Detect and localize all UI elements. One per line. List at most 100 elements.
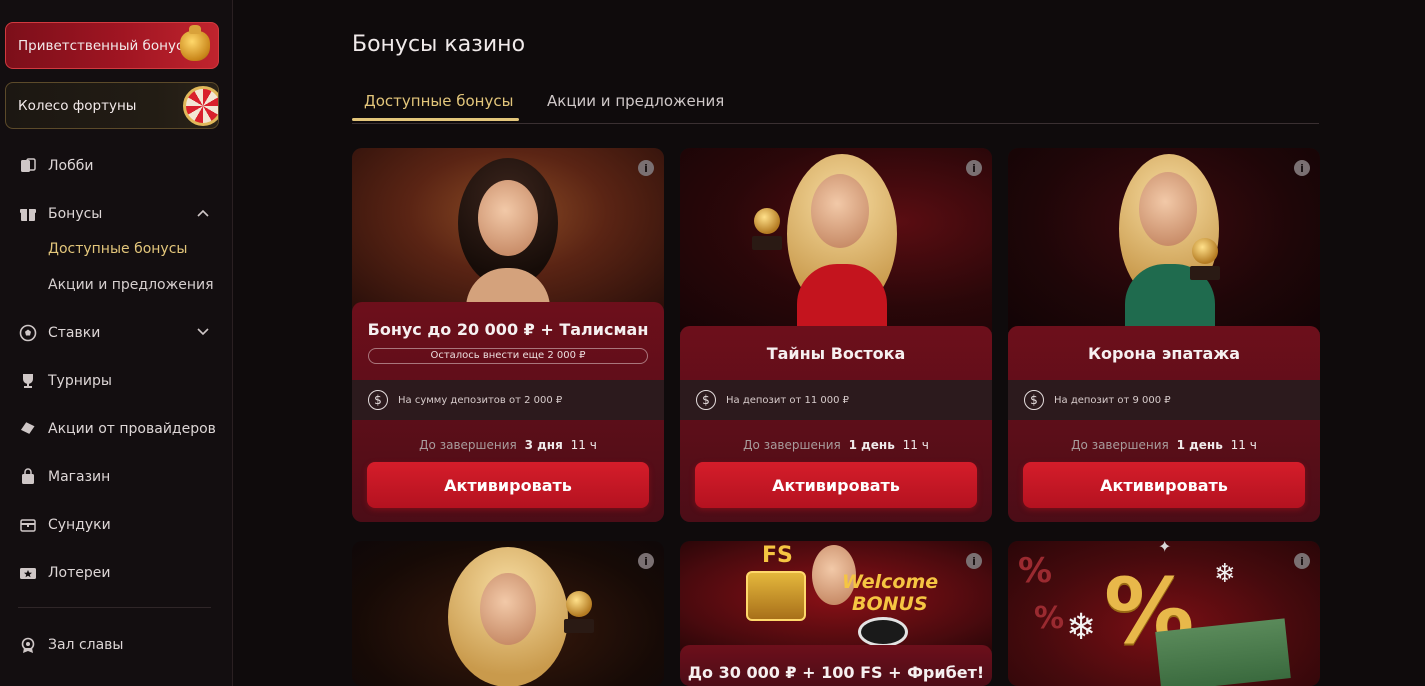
bonus-condition-row: $ На сумму депозитов от 2 000 ₽ [352, 380, 664, 420]
percent-decoration-icon: % [1034, 601, 1065, 636]
welcome-banner-text: Welcome [842, 571, 939, 593]
bonus-title: Корона эпатажа [1087, 344, 1241, 363]
info-icon[interactable]: i [1294, 553, 1310, 569]
lottery-ticket-icon [18, 563, 38, 583]
bonus-condition-row: $ На депозит от 11 000 ₽ [680, 380, 992, 420]
sidebar-item-label: Ставки [48, 325, 101, 341]
bonus-condition: На депозит от 9 000 ₽ [1054, 394, 1171, 406]
sidebar-item-label: Бонусы [48, 206, 103, 222]
deposit-progress-bar: Осталось внести еще 2 000 ₽ [368, 348, 648, 364]
sidebar-item-tournaments[interactable]: Турниры [18, 368, 218, 394]
timer-label: До завершения [419, 438, 517, 452]
slot-machine-icon [746, 571, 806, 621]
trophy-icon [562, 591, 596, 635]
bonus-card: FS Welcome BONUS i До 30 000 ₽ + 100 FS … [680, 541, 992, 686]
bonus-card-image [352, 541, 664, 686]
wheel-icon [176, 86, 218, 126]
activate-button[interactable]: Активировать [695, 462, 977, 508]
tab-promotions[interactable]: Акции и предложения [547, 92, 724, 122]
timer-label: До завершения [1071, 438, 1169, 452]
coin-icon: $ [368, 390, 388, 410]
percent-decoration-icon: % [1018, 551, 1053, 591]
sidebar-item-bets[interactable]: Ставки [18, 320, 218, 346]
bonus-card: i Корона эпатажа $ На депозит от 9 000 ₽… [1008, 148, 1320, 522]
timer-hours: 11 ч [570, 438, 597, 452]
info-icon[interactable]: i [1294, 160, 1310, 176]
medal-icon [18, 635, 38, 655]
bonus-card-image: FS Welcome BONUS [680, 541, 992, 651]
sidebar-subitem-available-bonuses[interactable]: Доступные бонусы [48, 241, 187, 257]
info-icon[interactable]: i [966, 553, 982, 569]
sidebar-item-bonuses[interactable]: Бонусы [18, 201, 218, 227]
timer-days: 3 дня [524, 438, 563, 452]
activate-button[interactable]: Активировать [1023, 462, 1305, 508]
sidebar: Приветственный бонус Колесо фортуны Лобб… [0, 0, 233, 686]
bonus-card-body: Тайны Востока $ На депозит от 11 000 ₽ Д… [680, 326, 992, 522]
soccer-ball-icon [18, 323, 38, 343]
info-icon[interactable]: i [966, 160, 982, 176]
chest-icon [18, 515, 38, 535]
snowflake-icon: ❄ [1066, 607, 1097, 648]
activate-button[interactable]: Активировать [367, 462, 649, 508]
sidebar-item-lotteries[interactable]: Лотереи [18, 560, 218, 586]
sidebar-item-label: Лобби [48, 158, 94, 174]
ticket-icon [18, 419, 38, 439]
timer-hours: 11 ч [1230, 438, 1257, 452]
bonus-card-image: % % % ❄ ❄ ✦ [1008, 541, 1320, 686]
bonus-tabs: Доступные бонусы Акции и предложения [352, 80, 1319, 124]
sidebar-item-provider-promos[interactable]: Акции от провайдеров [18, 416, 218, 442]
bonus-condition-row: $ На депозит от 9 000 ₽ [1008, 380, 1320, 420]
info-icon[interactable]: i [638, 160, 654, 176]
welcome-bonus-label: Приветственный бонус [18, 37, 184, 54]
welcome-bonus-promo[interactable]: Приветственный бонус [5, 22, 219, 69]
coin-icon: $ [1024, 390, 1044, 410]
sidebar-item-label: Магазин [48, 469, 111, 485]
bonus-card-image [680, 148, 992, 334]
shopping-bag-icon [18, 467, 38, 487]
bonus-timer: До завершения 1 день 11 ч [1008, 438, 1320, 452]
sidebar-item-shop[interactable]: Магазин [18, 464, 218, 490]
sidebar-divider [18, 607, 211, 608]
bonus-card-image [1008, 148, 1320, 334]
bonus-card: i Тайны Востока $ На депозит от 11 000 ₽… [680, 148, 992, 522]
sidebar-item-label: Акции от провайдеров [48, 421, 216, 437]
sidebar-item-chests[interactable]: Сундуки [18, 512, 218, 538]
fortune-wheel-label: Колесо фортуны [18, 97, 137, 114]
page-title: Бонусы казино [352, 32, 526, 57]
sidebar-item-label: Зал славы [48, 637, 124, 653]
snowflake-icon: ❄ [1214, 559, 1236, 589]
sidebar-item-lobby[interactable]: Лобби [18, 153, 218, 179]
bonus-condition: На депозит от 11 000 ₽ [726, 394, 850, 406]
timer-hours: 11 ч [902, 438, 929, 452]
sidebar-subitem-promotions[interactable]: Акции и предложения [48, 277, 214, 293]
woman-portrait [438, 158, 578, 308]
bonus-title: Бонус до 20 000 ₽ + Талисман [367, 320, 649, 339]
bonus-title: До 30 000 ₽ + 100 FS + Фрибет! [687, 663, 985, 682]
sidebar-item-label: Лотереи [48, 565, 111, 581]
bonus-card-body: Корона эпатажа $ На депозит от 9 000 ₽ Д… [1008, 326, 1320, 522]
chevron-down-icon[interactable] [194, 323, 212, 341]
money-bag-icon [176, 25, 214, 65]
sidebar-item-hall-of-fame[interactable]: Зал славы [18, 632, 218, 658]
bonus-timer: До завершения 1 день 11 ч [680, 438, 992, 452]
chevron-up-icon[interactable] [194, 204, 212, 222]
info-icon[interactable]: i [638, 553, 654, 569]
fortune-wheel-promo[interactable]: Колесо фортуны [5, 82, 219, 129]
bonus-title: Тайны Востока [766, 344, 906, 363]
trophy-icon [18, 371, 38, 391]
bonus-card: % % % ❄ ❄ ✦ i [1008, 541, 1320, 686]
trophy-icon [1188, 238, 1222, 282]
trophy-icon [750, 208, 784, 252]
bonus-card: i Бонус до 20 000 ₽ + Талисман Осталось … [352, 148, 664, 522]
coin-icon: $ [696, 390, 716, 410]
cards-icon [18, 156, 38, 176]
timer-days: 1 день [1176, 438, 1223, 452]
poker-chip-icon [858, 617, 908, 647]
bonus-banner-text: BONUS [852, 593, 928, 615]
gift-icon [18, 204, 38, 224]
timer-label: До завершения [743, 438, 841, 452]
bonus-condition: На сумму депозитов от 2 000 ₽ [398, 394, 563, 406]
fs-banner-text: FS [762, 543, 793, 568]
bonus-card: i [352, 541, 664, 686]
active-tab-indicator [352, 118, 519, 121]
